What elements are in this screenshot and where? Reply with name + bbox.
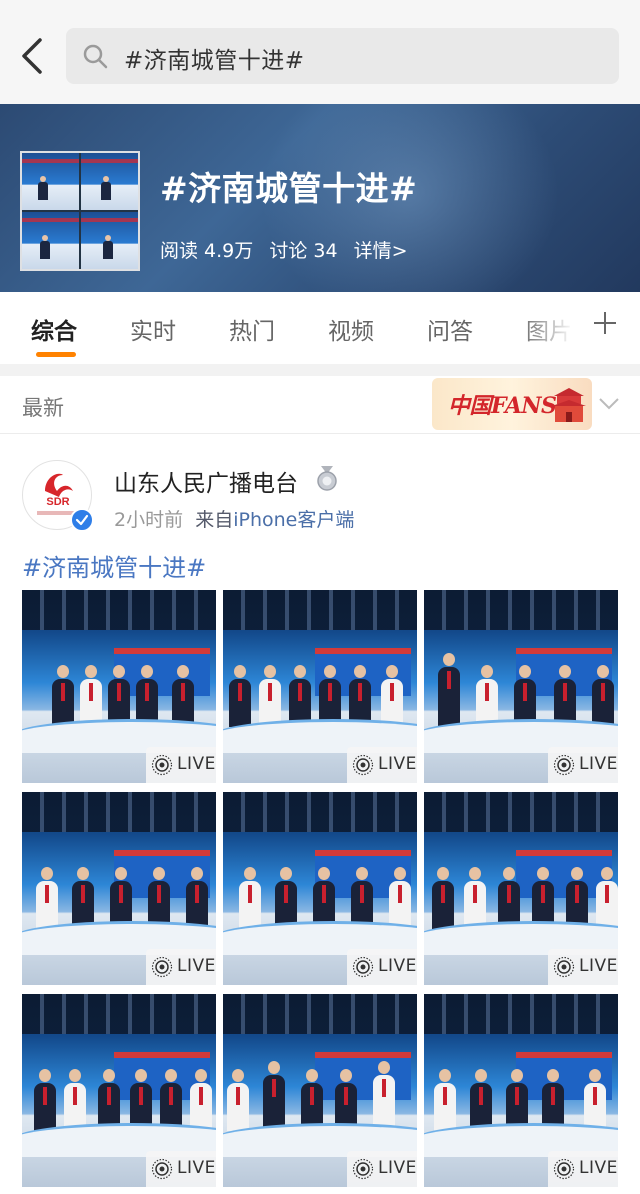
live-badge: LIVE — [548, 747, 618, 783]
live-label: LIVE — [378, 1158, 417, 1178]
live-photo-icon — [553, 956, 575, 978]
live-badge: LIVE — [548, 949, 618, 985]
live-badge: LIVE — [347, 747, 417, 783]
china-fans-banner[interactable]: 中国FANS — [432, 378, 592, 430]
live-photo-3[interactable]: LIVE — [424, 590, 618, 783]
topic-stats: 阅读 4.9万 讨论 34 详情> — [160, 236, 418, 263]
live-badge: LIVE — [146, 1151, 216, 1187]
tab-qa[interactable]: 问答 — [427, 312, 473, 346]
live-photo-9[interactable]: LIVE — [424, 994, 618, 1187]
live-label: LIVE — [579, 956, 618, 976]
tab-comprehensive[interactable]: 综合 — [31, 312, 77, 346]
live-label: LIVE — [177, 754, 216, 774]
live-photo-icon — [352, 754, 374, 776]
fans-banner-text: 中国FANS — [448, 393, 557, 419]
sort-label[interactable]: 最新 — [22, 392, 64, 422]
live-photo-icon — [151, 754, 173, 776]
live-photo-icon — [553, 754, 575, 776]
topic-cover-image — [20, 151, 140, 271]
live-photo-icon — [553, 1158, 575, 1180]
live-photo-6[interactable]: LIVE — [424, 792, 618, 985]
sort-bar: 最新 中国FANS — [0, 376, 640, 434]
live-badge: LIVE — [146, 949, 216, 985]
tab-hot[interactable]: 热门 — [229, 312, 275, 346]
tab-bar: 综合 实时 热门 视频 问答 图片 — [0, 292, 640, 364]
search-icon — [82, 43, 108, 69]
live-photo-icon — [151, 956, 173, 978]
post-source[interactable]: iPhone客户端 — [233, 509, 354, 531]
live-photo-2[interactable]: LIVE — [223, 590, 417, 783]
live-label: LIVE — [378, 754, 417, 774]
live-photo-7[interactable]: LIVE — [22, 994, 216, 1187]
live-photo-icon — [352, 956, 374, 978]
avatar-logo-text: SDR — [46, 496, 69, 508]
topic-details-link[interactable]: 详情> — [354, 240, 408, 262]
post-time: 2小时前 — [114, 509, 184, 531]
search-query: #济南城管十进# — [124, 48, 305, 74]
live-label: LIVE — [177, 956, 216, 976]
live-photo-1[interactable]: LIVE — [22, 590, 216, 783]
post-meta: 2小时前 来自iPhone客户端 — [114, 505, 354, 532]
live-photo-8[interactable]: LIVE — [223, 994, 417, 1187]
photo-grid: LIVE LIVE LIVE LIVE LIVE LIVE LIVE LIVE … — [22, 590, 618, 1187]
author-name[interactable]: 山东人民广播电台 — [114, 464, 298, 498]
live-photo-4[interactable]: LIVE — [22, 792, 216, 985]
live-label: LIVE — [177, 1158, 216, 1178]
live-badge: LIVE — [347, 949, 417, 985]
post-source-prefix: 来自 — [195, 509, 234, 531]
back-icon[interactable] — [18, 36, 48, 76]
live-badge: LIVE — [347, 1151, 417, 1187]
medal-icon[interactable] — [316, 466, 338, 492]
live-photo-5[interactable]: LIVE — [223, 792, 417, 985]
active-tab-indicator — [36, 352, 76, 357]
live-photo-icon — [352, 1158, 374, 1180]
topic-reads: 阅读 4.9万 — [160, 240, 254, 262]
live-label: LIVE — [378, 956, 417, 976]
live-badge: LIVE — [548, 1151, 618, 1187]
plus-icon[interactable] — [592, 310, 618, 342]
tab-video[interactable]: 视频 — [328, 312, 374, 346]
verified-icon — [70, 508, 94, 532]
search-input[interactable]: #济南城管十进# — [66, 28, 619, 84]
live-photo-icon — [151, 1158, 173, 1180]
section-divider — [0, 364, 640, 376]
live-label: LIVE — [579, 1158, 618, 1178]
live-label: LIVE — [579, 754, 618, 774]
topic-title: #济南城管十进# — [160, 169, 418, 208]
topic-discussions: 讨论 34 — [269, 240, 338, 262]
topic-banner: #济南城管十进# 阅读 4.9万 讨论 34 详情> — [0, 104, 640, 292]
post-hashtag[interactable]: #济南城管十进# — [22, 548, 206, 583]
tab-realtime[interactable]: 实时 — [130, 312, 176, 346]
chevron-down-icon[interactable] — [598, 396, 620, 410]
tiananmen-icon — [552, 384, 586, 424]
top-bar: #济南城管十进# — [0, 0, 640, 104]
live-badge: LIVE — [146, 747, 216, 783]
tabs-fade — [520, 292, 580, 364]
